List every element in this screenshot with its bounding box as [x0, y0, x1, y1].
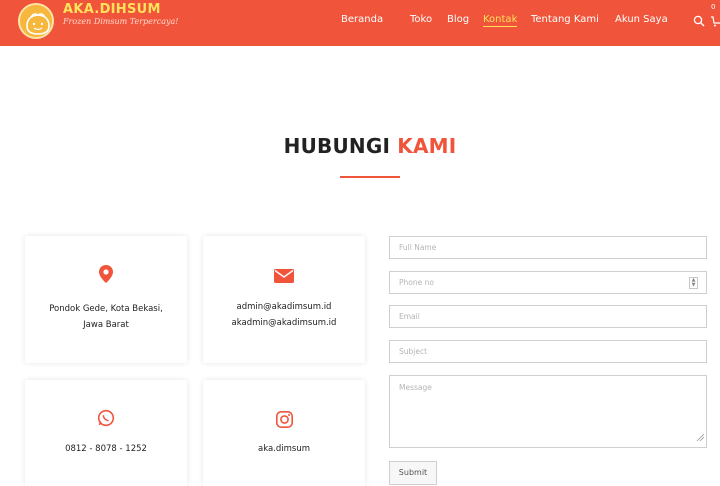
phone-placeholder: Phone no — [399, 278, 434, 287]
nav-item-toko[interactable]: Toko — [410, 14, 432, 25]
email-secondary[interactable]: akadmin@akadimsum.id — [203, 316, 365, 331]
instagram-handle[interactable]: aka.dimsum — [203, 442, 365, 457]
nav-item-tentang-kami[interactable]: Tentang Kami — [531, 14, 599, 25]
subject-field[interactable]: Subject — [389, 340, 707, 363]
site-header: AKA.DIHSUM Frozen Dimsum Terpercaya! Ber… — [0, 0, 720, 46]
full-name-field[interactable]: Full Name — [389, 236, 707, 259]
page-title-accent: KAMI — [397, 134, 457, 158]
title-underline — [340, 176, 400, 178]
instagram-card: aka.dimsum — [203, 380, 365, 486]
phone-card: 0812 - 8078 - 1252 — [25, 380, 187, 486]
phone-number[interactable]: 0812 - 8078 - 1252 — [25, 442, 187, 457]
submit-button[interactable]: Submit — [389, 461, 437, 485]
number-spinner-icon[interactable]: ▲ ▼ — [689, 277, 698, 289]
instagram-icon — [203, 411, 365, 432]
email-card: admin@akadimsum.id akadmin@akadimsum.id — [203, 236, 365, 363]
phone-field[interactable]: Phone no ▲ ▼ — [389, 271, 707, 294]
search-icon[interactable] — [693, 12, 705, 31]
map-pin-icon — [25, 265, 187, 287]
main-nav: Beranda Toko Blog Kontak Tentang Kami Ak… — [0, 14, 720, 30]
envelope-icon — [203, 268, 365, 287]
cart-count-badge: 0 — [711, 3, 716, 11]
full-name-placeholder: Full Name — [399, 243, 437, 252]
nav-item-beranda[interactable]: Beranda — [341, 14, 383, 25]
address-card: Pondok Gede, Kota Bekasi, Jawa Barat — [25, 236, 187, 363]
nav-item-blog[interactable]: Blog — [447, 14, 469, 25]
message-field[interactable]: Message — [389, 375, 707, 448]
address-line-2: Jawa Barat — [83, 320, 129, 330]
address-line-1: Pondok Gede, Kota Bekasi, — [49, 304, 163, 314]
nav-item-akun-saya[interactable]: Akun Saya — [615, 14, 668, 25]
page-title-main: HUBUNGI — [283, 134, 398, 158]
email-primary[interactable]: admin@akadimsum.id — [203, 300, 365, 315]
whatsapp-icon — [25, 409, 187, 431]
resize-grip-icon[interactable] — [696, 426, 705, 445]
cart-icon[interactable] — [711, 12, 720, 31]
subject-placeholder: Subject — [399, 347, 428, 356]
page-title: HUBUNGI KAMI — [0, 134, 720, 158]
email-field[interactable]: Email — [389, 305, 707, 328]
nav-item-kontak[interactable]: Kontak — [483, 14, 518, 27]
email-placeholder: Email — [399, 312, 420, 321]
message-placeholder: Message — [399, 383, 432, 392]
